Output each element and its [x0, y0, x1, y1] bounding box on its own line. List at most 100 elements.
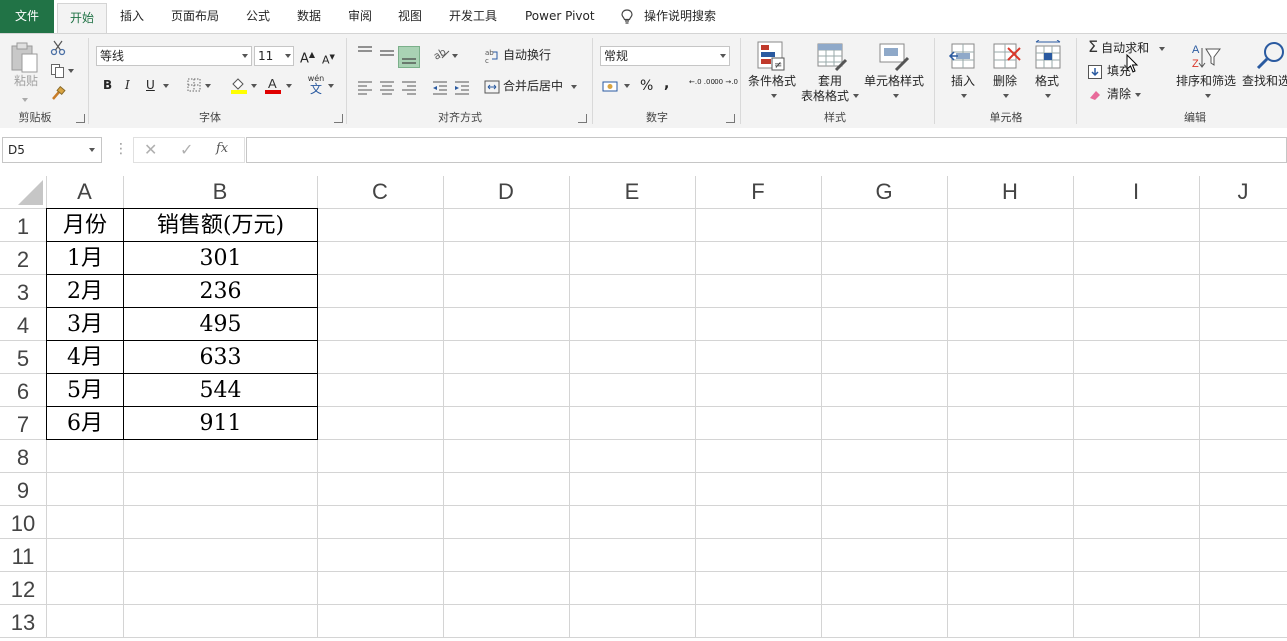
column-header-e[interactable]: E	[569, 176, 695, 208]
font-size-dropdown-arrow[interactable]	[285, 54, 291, 58]
name-box[interactable]: D5	[2, 137, 102, 163]
format-as-table-dropdown-arrow[interactable]	[853, 94, 859, 98]
row-header-12[interactable]: 12	[0, 571, 46, 604]
shrink-font-button[interactable]: A▼	[322, 48, 335, 70]
tab-power-pivot[interactable]: Power Pivot	[525, 0, 595, 33]
column-header-b[interactable]: B	[123, 176, 317, 208]
column-header-f[interactable]: F	[695, 176, 821, 208]
row-header-6[interactable]: 6	[0, 373, 46, 406]
worksheet-grid[interactable]: ABCDEFGHIJ 1 2 3 4 5 6 7 8 9 10 11 12 13 月份 销售额(万元) 1月…	[0, 176, 1287, 638]
fill-color-button[interactable]	[230, 76, 248, 94]
row-header-13[interactable]: 13	[0, 604, 46, 637]
alignment-launcher[interactable]	[578, 114, 587, 123]
tab-view[interactable]: 视图	[398, 0, 422, 33]
cell-a3[interactable]: 2月	[47, 274, 123, 307]
tab-review[interactable]: 审阅	[348, 0, 372, 33]
tab-home[interactable]: 开始	[57, 3, 107, 34]
insert-cells-dropdown-arrow[interactable]	[961, 94, 967, 98]
format-as-table-button[interactable]	[816, 40, 848, 72]
row-header-2[interactable]: 2	[0, 241, 46, 274]
font-launcher[interactable]	[334, 114, 343, 123]
copy-button[interactable]	[50, 63, 76, 79]
increase-decimal-button[interactable]: ←.0 .00	[689, 78, 715, 86]
borders-dropdown-arrow[interactable]	[205, 84, 211, 88]
row-header-1[interactable]: 1	[0, 208, 46, 241]
insert-cells-button[interactable]	[948, 40, 980, 72]
wrap-text-button[interactable]: ab c 自动换行	[484, 46, 551, 65]
comma-style-button[interactable]: ,	[664, 75, 669, 93]
name-box-dropdown-arrow[interactable]	[89, 148, 95, 152]
merge-center-button[interactable]: 合并后居中	[484, 77, 578, 95]
top-align-button[interactable]	[356, 44, 374, 62]
conditional-formatting-dropdown-arrow[interactable]	[771, 94, 777, 98]
font-name-select[interactable]: 等线	[96, 46, 252, 66]
row-header-8[interactable]: 8	[0, 439, 46, 472]
row-header-10[interactable]: 10	[0, 505, 46, 538]
conditional-formatting-button[interactable]: ≠	[756, 40, 788, 72]
font-name-dropdown-arrow[interactable]	[242, 54, 248, 58]
column-header-i[interactable]: I	[1073, 176, 1199, 208]
font-color-dropdown-arrow[interactable]	[286, 84, 292, 88]
formula-input[interactable]	[246, 137, 1287, 163]
phonetic-dropdown-arrow[interactable]	[328, 84, 334, 88]
select-all-button[interactable]	[0, 176, 46, 208]
tab-formulas[interactable]: 公式	[246, 0, 270, 33]
number-launcher[interactable]	[726, 114, 735, 123]
align-left-button[interactable]	[356, 78, 374, 96]
accounting-format-button[interactable]	[602, 78, 620, 96]
column-header-h[interactable]: H	[947, 176, 1073, 208]
cell-a2[interactable]: 1月	[47, 241, 123, 274]
row-header-4[interactable]: 4	[0, 307, 46, 340]
cell-a5[interactable]: 4月	[47, 340, 123, 373]
column-header-a[interactable]: A	[46, 176, 123, 208]
cell-a6[interactable]: 5月	[47, 373, 123, 406]
clipboard-launcher[interactable]	[76, 114, 85, 123]
align-right-button[interactable]	[400, 78, 418, 96]
cell-b7[interactable]: 911	[124, 406, 317, 439]
bold-button[interactable]: B	[103, 76, 112, 94]
row-header-3[interactable]: 3	[0, 274, 46, 307]
tell-me-search[interactable]: 操作说明搜索	[620, 0, 716, 33]
cell-a7[interactable]: 6月	[47, 406, 123, 439]
sort-filter-button[interactable]: AZ	[1190, 40, 1222, 72]
decrease-indent-button[interactable]	[431, 78, 449, 96]
font-color-button[interactable]: A	[264, 76, 282, 94]
column-header-c[interactable]: C	[317, 176, 443, 208]
sort-filter-dropdown-arrow[interactable]	[1205, 94, 1211, 98]
format-cells-button[interactable]	[1032, 39, 1064, 72]
tab-data[interactable]: 数据	[297, 0, 321, 33]
format-painter-button[interactable]	[50, 85, 66, 102]
percent-style-button[interactable]: %	[640, 77, 653, 95]
cell-b6[interactable]: 544	[124, 373, 317, 406]
tab-insert[interactable]: 插入	[120, 0, 144, 33]
orientation-button[interactable]: ab	[432, 44, 452, 63]
middle-align-button[interactable]	[378, 44, 396, 62]
cell-a4[interactable]: 3月	[47, 307, 123, 340]
column-header-g[interactable]: G	[821, 176, 947, 208]
decrease-decimal-button[interactable]: .00 →.0	[712, 78, 738, 86]
delete-cells-dropdown-arrow[interactable]	[1003, 94, 1009, 98]
underline-dropdown-arrow[interactable]	[163, 84, 169, 88]
format-cells-dropdown-arrow[interactable]	[1045, 94, 1051, 98]
phonetic-guide-button[interactable]: wén 文	[306, 74, 326, 96]
row-header-7[interactable]: 7	[0, 406, 46, 439]
cell-b3[interactable]: 236	[124, 274, 317, 307]
cut-button[interactable]	[50, 40, 66, 56]
row-header-5[interactable]: 5	[0, 340, 46, 373]
tab-page-layout[interactable]: 页面布局	[171, 0, 219, 33]
paste-dropdown-arrow[interactable]	[22, 92, 28, 106]
cancel-icon[interactable]: ✕	[144, 140, 157, 159]
underline-button[interactable]: U	[146, 76, 155, 94]
delete-cells-button[interactable]	[990, 40, 1022, 72]
tab-file[interactable]: 文件	[0, 0, 54, 33]
bottom-align-button[interactable]	[398, 46, 420, 68]
tab-developer[interactable]: 开发工具	[449, 0, 497, 33]
grow-font-button[interactable]: A▲	[300, 46, 315, 68]
number-format-select[interactable]: 常规	[600, 46, 730, 66]
cell-b1[interactable]: 销售额(万元)	[124, 208, 317, 241]
column-header-d[interactable]: D	[443, 176, 569, 208]
row-header-9[interactable]: 9	[0, 472, 46, 505]
clear-button[interactable]: 清除	[1088, 85, 1142, 103]
cell-styles-button[interactable]	[878, 40, 910, 72]
fill-color-dropdown-arrow[interactable]	[251, 84, 257, 88]
